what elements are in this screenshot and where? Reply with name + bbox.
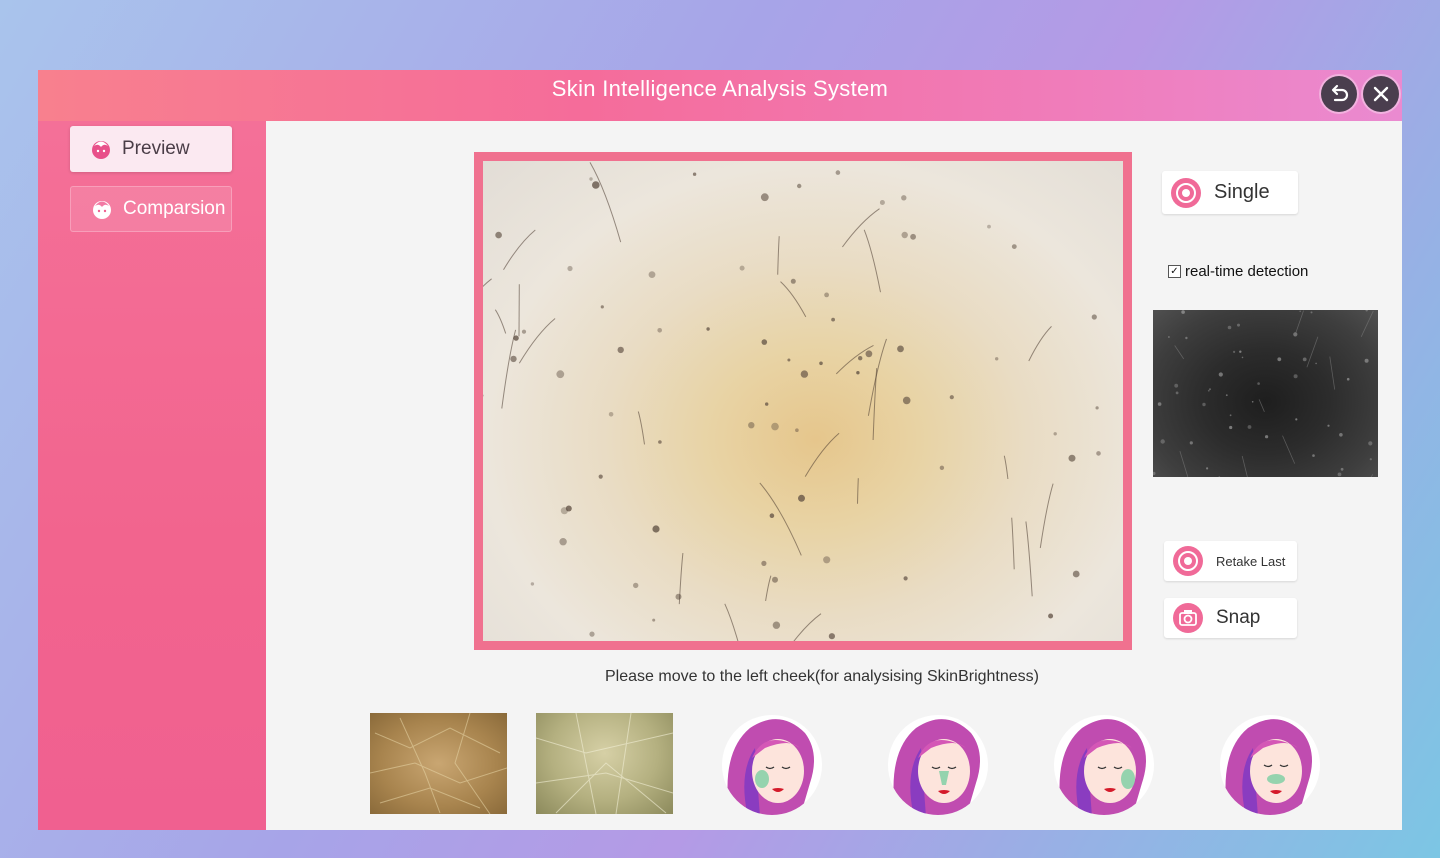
camera-icon <box>1173 603 1203 633</box>
face-guide-right-cheek[interactable] <box>1052 713 1156 817</box>
face-illustration-icon <box>888 715 988 815</box>
undo-icon <box>1331 84 1349 102</box>
face-icon <box>92 141 110 159</box>
face-guide-nose-bridge[interactable] <box>1218 713 1322 817</box>
realtime-checkbox[interactable]: ✓ <box>1168 265 1181 278</box>
live-preview-frame <box>474 152 1132 650</box>
instruction-text: Please move to the left cheek(for analys… <box>605 668 1039 685</box>
thumb-texture-2 <box>535 712 674 815</box>
retake-last-button[interactable]: Retake Last <box>1164 541 1297 581</box>
face-illustration-icon <box>1220 715 1320 815</box>
face-illustration-icon <box>1054 715 1154 815</box>
snap-button[interactable]: Snap <box>1164 598 1297 638</box>
retake-label: Retake Last <box>1216 553 1286 569</box>
live-skin-preview <box>483 161 1123 641</box>
processed-skin-preview <box>1153 310 1378 477</box>
skin-texture <box>483 162 1101 641</box>
realtime-detection-toggle[interactable]: ✓ real-time detection <box>1168 263 1308 280</box>
realtime-label: real-time detection <box>1185 263 1309 280</box>
close-icon <box>1373 86 1389 102</box>
retake-icon <box>1173 546 1203 576</box>
nav-comparsion[interactable]: Comparsion <box>70 186 232 232</box>
single-label: Single <box>1214 181 1270 203</box>
nav-preview-label: Preview <box>122 138 190 159</box>
capture-target-icon <box>1171 177 1201 208</box>
captured-thumbnail-2[interactable] <box>535 712 674 815</box>
processed-texture <box>1153 310 1374 477</box>
window-title: Skin Intelligence Analysis System <box>551 76 889 101</box>
back-button[interactable] <box>1321 76 1357 112</box>
sidebar: Preview Comparsion <box>38 121 266 830</box>
close-button[interactable] <box>1363 76 1399 112</box>
snap-label: Snap <box>1216 607 1261 628</box>
captured-thumbnail-1[interactable] <box>369 712 508 815</box>
single-button[interactable]: Single <box>1162 171 1298 214</box>
app-window: Skin Intelligence Analysis System Previe… <box>38 70 1402 830</box>
face-guide-left-cheek[interactable] <box>720 713 824 817</box>
nav-preview[interactable]: Preview <box>70 126 232 172</box>
nav-comparsion-label: Comparsion <box>123 198 226 219</box>
face-guide-nose[interactable] <box>886 713 990 817</box>
title-bar: Skin Intelligence Analysis System <box>38 70 1402 121</box>
face-illustration-icon <box>722 715 822 815</box>
thumb-texture-1 <box>369 712 508 815</box>
face-compare-icon <box>93 201 111 219</box>
